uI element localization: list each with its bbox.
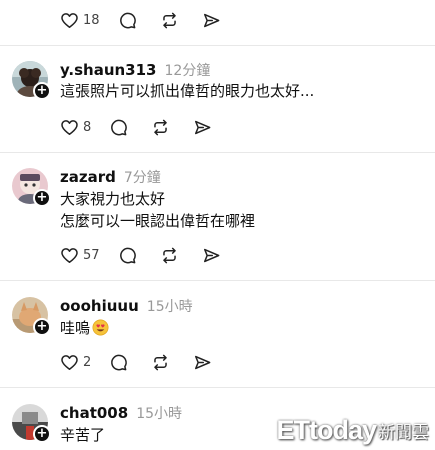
comment-icon (118, 11, 137, 30)
heart-icon (60, 246, 79, 265)
timestamp: 15小時 (136, 406, 183, 422)
divider (0, 45, 435, 46)
share-button[interactable] (202, 8, 244, 32)
like-button[interactable]: 18 (60, 8, 100, 32)
like-count: 8 (83, 119, 92, 135)
top-action-row: 18 (60, 8, 244, 32)
comment-icon (118, 246, 137, 265)
post-text-line: 怎麼可以一眼認出偉哲在哪裡 (60, 212, 256, 230)
post-text-line: 大家視力也太好 (60, 190, 166, 208)
reply-button[interactable] (109, 350, 151, 374)
like-button[interactable]: 8 (60, 115, 91, 139)
post-text-line: 哇嗚 (60, 319, 91, 337)
comment-icon (109, 353, 128, 372)
repost-button[interactable] (151, 115, 193, 139)
reply-button[interactable] (118, 243, 160, 267)
heart-icon (60, 353, 79, 372)
repost-icon (160, 246, 179, 265)
repost-button[interactable] (160, 243, 202, 267)
like-button[interactable]: 2 (60, 350, 91, 374)
follow-plus-icon[interactable]: + (33, 318, 51, 336)
share-icon (193, 118, 212, 137)
divider (0, 387, 435, 388)
reply-button[interactable] (109, 115, 151, 139)
post-text-line: 辛苦了 (60, 426, 106, 444)
follow-plus-icon[interactable]: + (33, 425, 51, 443)
like-count: 2 (83, 354, 92, 370)
like-count: 18 (83, 12, 100, 28)
heart-icon (60, 118, 79, 137)
comment-icon (109, 118, 128, 137)
watermark-suffix: 新聞雲 (378, 423, 429, 442)
share-icon (202, 246, 221, 265)
divider (0, 280, 435, 281)
reply-button[interactable] (118, 8, 160, 32)
action-row: 2 (60, 350, 235, 374)
username[interactable]: y.shaun313 (60, 61, 157, 79)
share-button[interactable] (193, 350, 235, 374)
repost-icon (151, 353, 170, 372)
timestamp: 12分鐘 (164, 63, 211, 79)
ettoday-watermark: ETtoday 新聞雲 (276, 415, 429, 446)
share-icon (193, 353, 212, 372)
like-count: 57 (83, 247, 100, 263)
repost-button[interactable] (151, 350, 193, 374)
share-icon (202, 11, 221, 30)
username[interactable]: ooohiuuu (60, 297, 139, 315)
follow-plus-icon[interactable]: + (33, 82, 51, 100)
watermark-brand: ETtoday (276, 415, 377, 445)
repost-icon (151, 118, 170, 137)
post-text: 大家視力也太好 怎麼可以一眼認出偉哲在哪裡 (60, 188, 255, 232)
username[interactable]: chat008 (60, 404, 128, 422)
divider (0, 152, 435, 153)
heart-eyes-emoji-icon (92, 319, 109, 342)
post-text-line: 這張照片可以抓出偉哲的眼力也太好... (60, 82, 315, 100)
post-text: 這張照片可以抓出偉哲的眼力也太好... (60, 80, 314, 102)
action-row: 57 (60, 243, 244, 267)
timestamp: 7分鐘 (123, 170, 161, 186)
post-text: 辛苦了 (60, 424, 105, 446)
repost-button[interactable] (160, 8, 202, 32)
timestamp: 15小時 (146, 299, 193, 315)
share-button[interactable] (193, 115, 235, 139)
share-button[interactable] (202, 243, 244, 267)
post-text: 哇嗚 (60, 317, 109, 342)
username[interactable]: zazard (60, 168, 116, 186)
repost-icon (160, 11, 179, 30)
action-row: 8 (60, 115, 235, 139)
follow-plus-icon[interactable]: + (33, 189, 51, 207)
like-button[interactable]: 57 (60, 243, 100, 267)
heart-icon (60, 11, 79, 30)
